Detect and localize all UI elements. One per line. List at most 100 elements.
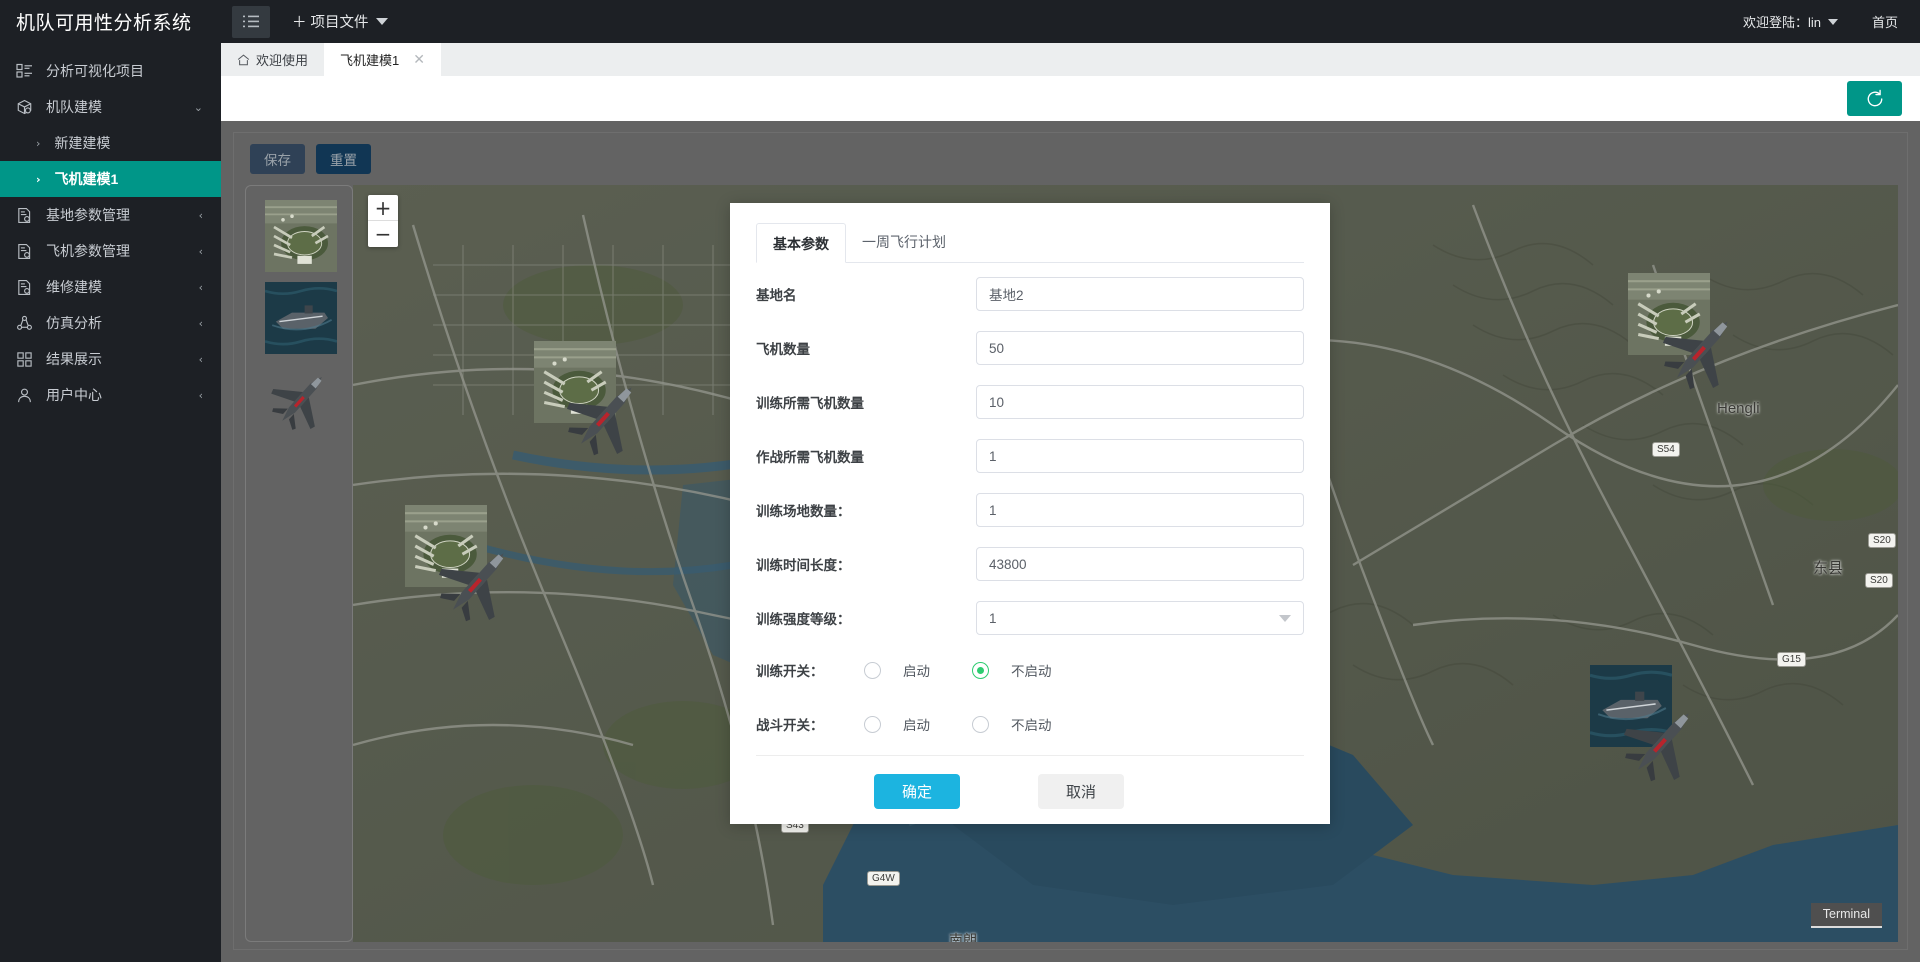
sidebar-item-label: 用户中心	[46, 387, 102, 403]
reset-button[interactable]: 重置	[316, 144, 371, 174]
radio-option[interactable]: 不启动	[972, 714, 1052, 734]
sidebar-item-base-params[interactable]: 基地参数管理 ‹	[0, 197, 221, 233]
chevron-left-icon: ‹	[198, 244, 203, 258]
project-file-label: ＋ 项目文件	[292, 15, 369, 31]
field-row: 训练所需飞机数量	[756, 379, 1304, 425]
sidebar-item-analysis-project[interactable]: 分析可视化项目	[0, 53, 221, 89]
home-icon	[237, 53, 250, 66]
sidebar-item-fleet-modeling[interactable]: 机队建模 ⌄	[0, 89, 221, 125]
cancel-button[interactable]: 取消	[1038, 774, 1124, 809]
share-nodes-icon	[16, 314, 38, 332]
tab-strip: 欢迎使用 飞机建模1 ✕	[221, 43, 1920, 76]
top-bar: ＋ 项目文件 欢迎登陆：lin 首页	[221, 0, 1920, 43]
sidebar-item-maintenance-modeling[interactable]: 维修建模 ‹	[0, 269, 221, 305]
airport-thumbnail[interactable]	[265, 200, 337, 272]
sidebar-item-label: 机队建模	[46, 99, 102, 115]
field-row: 基地名	[756, 271, 1304, 317]
field-row: 飞机数量	[756, 325, 1304, 371]
tab-aircraft-model-1[interactable]: 飞机建模1 ✕	[324, 43, 441, 76]
tab-label: 飞机建模1	[340, 53, 400, 68]
top-bar-right: 欢迎登陆：lin 首页	[1743, 12, 1898, 31]
refresh-row	[221, 76, 1920, 121]
field-label: 飞机数量	[756, 342, 810, 357]
chevron-down-icon	[1279, 615, 1291, 622]
grid-icon	[16, 350, 38, 368]
training-intensity-select[interactable]: 1	[976, 601, 1304, 635]
chevron-right-icon: ›	[36, 172, 41, 186]
terminal-badge[interactable]: Terminal	[1810, 903, 1882, 928]
chevron-left-icon: ‹	[198, 208, 203, 222]
sidebar-item-label: 飞机参数管理	[46, 243, 130, 259]
zoom-in-button[interactable]: +	[368, 195, 398, 221]
field-input[interactable]	[976, 547, 1304, 581]
confirm-button[interactable]: 确定	[874, 774, 960, 809]
radio-button[interactable]	[972, 661, 989, 679]
chevron-left-icon: ‹	[198, 316, 203, 330]
sidebar-subitem-label: 新建建模	[54, 135, 111, 151]
radio-button[interactable]	[864, 661, 881, 679]
caret-down-icon	[1827, 18, 1838, 25]
zoom-out-button[interactable]: −	[368, 221, 398, 247]
chevron-left-icon: ‹	[198, 280, 203, 294]
user-greeting-label: 欢迎登陆：lin	[1742, 15, 1821, 30]
project-file-menu[interactable]: ＋ 项目文件	[292, 11, 388, 32]
radio-label: 不启动	[1011, 718, 1052, 733]
doc-settings-icon	[16, 206, 38, 224]
sidebar-item-user-center[interactable]: 用户中心 ‹	[0, 377, 221, 413]
radio-row-label: 战斗开关：	[756, 718, 824, 733]
map-marker-jet[interactable]	[559, 371, 651, 463]
home-link[interactable]: 首页	[1872, 12, 1898, 31]
tab-welcome[interactable]: 欢迎使用	[221, 43, 324, 76]
app-root: 机队可用性分析系统 分析可视化项目 机队建模 ⌄ › 新建建模 › 飞机建模1 …	[0, 0, 1920, 962]
dialog-tab-basic-params[interactable]: 基本参数	[756, 223, 846, 263]
jet-thumbnail[interactable]	[265, 364, 337, 436]
chevron-left-icon: ‹	[198, 352, 203, 366]
dialog-tab-weekly-flight-plan[interactable]: 一周飞行计划	[846, 222, 962, 262]
entity-palette	[245, 185, 353, 942]
sidebar-item-label: 基地参数管理	[46, 207, 130, 223]
cube-icon	[16, 98, 38, 116]
dialog-footer: 确定 取消	[756, 755, 1304, 809]
field-input[interactable]	[976, 331, 1304, 365]
dialog-radio-rows: 训练开关： 启动 不启动 战斗开关： 启动 不启动	[756, 645, 1304, 749]
select-value: 1	[989, 610, 997, 626]
doc-settings-icon	[16, 242, 38, 260]
field-input[interactable]	[976, 385, 1304, 419]
close-icon[interactable]: ✕	[413, 53, 425, 67]
radio-option[interactable]: 启动	[864, 714, 930, 734]
field-input[interactable]	[976, 439, 1304, 473]
user-menu[interactable]: 欢迎登陆：lin	[1743, 12, 1838, 31]
radio-row: 战斗开关： 启动 不启动	[756, 699, 1304, 749]
sidebar-subitem-new-model[interactable]: › 新建建模	[0, 125, 221, 161]
sidebar-item-simulation-analysis[interactable]: 仿真分析 ‹	[0, 305, 221, 341]
sidebar: 机队可用性分析系统 分析可视化项目 机队建模 ⌄ › 新建建模 › 飞机建模1 …	[0, 0, 221, 962]
map-marker-jet[interactable]	[1655, 305, 1747, 397]
field-row: 训练场地数量：	[756, 487, 1304, 533]
refresh-icon[interactable]	[1847, 81, 1902, 116]
sidebar-item-label: 仿真分析	[46, 315, 102, 331]
field-label: 训练场地数量：	[756, 504, 851, 519]
map-marker-jet[interactable]	[1616, 697, 1708, 789]
map-marker-jet[interactable]	[431, 537, 523, 629]
field-input[interactable]	[976, 493, 1304, 527]
radio-option[interactable]: 启动	[864, 660, 930, 680]
chevron-down-icon: ⌄	[193, 100, 203, 114]
sidebar-subitem-aircraft-model-1[interactable]: › 飞机建模1	[0, 161, 221, 197]
save-button[interactable]: 保存	[250, 144, 305, 174]
canvas-toolbar: 保存 重置	[234, 133, 1907, 185]
app-brand: 机队可用性分析系统	[0, 0, 221, 43]
radio-button[interactable]	[972, 715, 989, 733]
field-row: 作战所需飞机数量	[756, 433, 1304, 479]
sidebar-item-results-display[interactable]: 结果展示 ‹	[0, 341, 221, 377]
radio-option[interactable]: 不启动	[972, 660, 1052, 680]
radio-button[interactable]	[864, 715, 881, 733]
carrier-thumbnail[interactable]	[265, 282, 337, 354]
dialog-tabs: 基本参数 一周飞行计划	[756, 221, 1304, 263]
radio-row: 训练开关： 启动 不启动	[756, 645, 1304, 695]
field-row: 训练时间长度：	[756, 541, 1304, 587]
list-project-icon	[16, 62, 38, 80]
dialog-fields: 基地名飞机数量训练所需飞机数量作战所需飞机数量训练场地数量： 训练时间长度： 训练强…	[756, 271, 1304, 641]
field-input[interactable]	[976, 277, 1304, 311]
hamburger-icon[interactable]	[232, 5, 270, 38]
sidebar-item-aircraft-params[interactable]: 飞机参数管理 ‹	[0, 233, 221, 269]
